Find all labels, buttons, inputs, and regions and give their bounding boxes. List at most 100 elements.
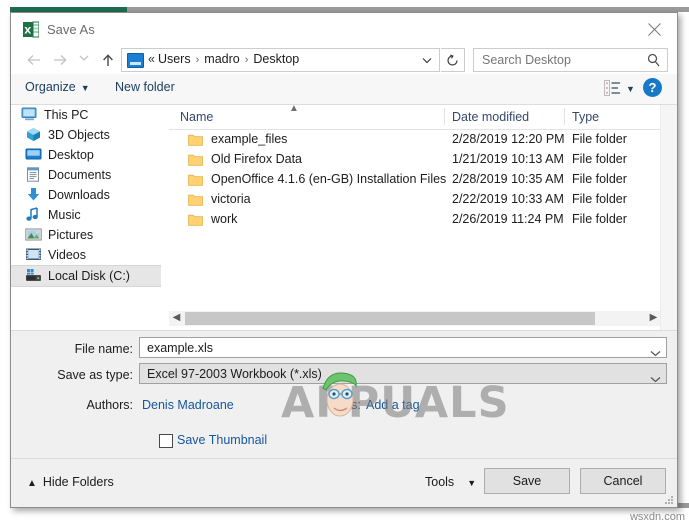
address-dropdown-button[interactable] bbox=[416, 49, 438, 71]
date-modified-cell: 2/22/2019 10:33 AM bbox=[452, 192, 564, 206]
chevron-down-icon bbox=[422, 58, 432, 64]
desktop-icon bbox=[25, 147, 43, 163]
file-list-row[interactable]: example_files 2/28/2019 12:20 PM File fold… bbox=[169, 130, 661, 150]
sidebar-item-local-disk-c[interactable]: Local Disk (C:) bbox=[11, 265, 161, 287]
file-list-vertical-scrollbar[interactable] bbox=[660, 105, 677, 330]
file-name-label: File name: bbox=[74, 342, 133, 356]
dialog-footer: ▲ Hide Folders Tools ▼ Save Cancel bbox=[11, 458, 677, 507]
hide-folders-label: Hide Folders bbox=[42, 475, 114, 489]
save-as-type-select[interactable]: Excel 97-2003 Workbook (*.xls) bbox=[139, 363, 667, 384]
recent-locations-button[interactable] bbox=[73, 49, 95, 71]
column-header-date-modified[interactable]: Date modified bbox=[452, 110, 529, 124]
sidebar-item-this-pc[interactable]: This PC bbox=[11, 105, 161, 125]
add-a-tag-link[interactable]: Add a tag bbox=[366, 398, 420, 412]
file-list-row[interactable]: OpenOffice 4.1.6 (en-GB) Installation Fi… bbox=[169, 170, 661, 190]
navigation-pane: This PC 3D Objects Desktop Documents Downloa… bbox=[11, 105, 161, 330]
date-modified-cell: 2/28/2019 12:20 PM bbox=[452, 132, 565, 146]
save-as-dialog: X Save As « Users › madro › Desktop Sear… bbox=[10, 12, 678, 508]
chevron-down-icon bbox=[79, 55, 89, 61]
back-button[interactable] bbox=[23, 49, 45, 71]
chevron-down-icon[interactable] bbox=[650, 370, 661, 388]
sidebar-item-desktop[interactable]: Desktop bbox=[11, 145, 161, 165]
breadcrumb-separator: › bbox=[195, 54, 200, 66]
scroll-right-arrow-icon[interactable]: ▶ bbox=[646, 311, 661, 326]
file-list-horizontal-scrollbar[interactable]: ◀ ▶ bbox=[169, 311, 661, 326]
organize-button[interactable]: Organize ▼ bbox=[25, 80, 90, 94]
sidebar-item-label: Videos bbox=[48, 248, 86, 262]
chevron-down-icon: ▼ bbox=[80, 83, 90, 93]
scroll-left-arrow-icon[interactable]: ◀ bbox=[169, 311, 184, 326]
chevron-up-icon: ▲ bbox=[27, 478, 37, 489]
new-folder-button[interactable]: New folder bbox=[115, 80, 175, 94]
sidebar-item-videos[interactable]: Videos bbox=[11, 245, 161, 265]
save-thumbnail-label[interactable]: Save Thumbnail bbox=[177, 433, 267, 447]
cancel-button[interactable]: Cancel bbox=[580, 468, 666, 494]
save-button[interactable]: Save bbox=[484, 468, 570, 494]
view-layout-icon bbox=[604, 80, 620, 96]
sidebar-item-documents[interactable]: Documents bbox=[11, 165, 161, 185]
help-button[interactable]: ? bbox=[643, 78, 662, 97]
resize-grip[interactable] bbox=[665, 496, 673, 504]
back-arrow-icon bbox=[27, 55, 40, 65]
type-cell: File folder bbox=[572, 132, 627, 146]
sidebar-item-music[interactable]: Music bbox=[11, 205, 161, 225]
chevron-down-icon: ▼ bbox=[626, 84, 635, 94]
folder-icon bbox=[188, 173, 203, 186]
sidebar-item-downloads[interactable]: Downloads bbox=[11, 185, 161, 205]
search-input[interactable]: Search Desktop bbox=[473, 48, 668, 72]
sidebar-item-3d-objects[interactable]: 3D Objects bbox=[11, 125, 161, 145]
svg-text:X: X bbox=[24, 27, 31, 37]
file-list-pane: ▲ Name Date modified Type example_files 2… bbox=[169, 103, 661, 330]
file-name-cell: example_files bbox=[211, 132, 288, 146]
file-list-row[interactable]: Old Firefox Data 1/21/2019 10:13 AM File f… bbox=[169, 150, 661, 170]
folder-icon bbox=[188, 193, 203, 206]
sidebar-item-label: Documents bbox=[48, 168, 112, 182]
sort-ascending-icon: ▲ bbox=[289, 103, 299, 114]
change-view-button[interactable]: ▼ bbox=[604, 80, 635, 101]
music-icon bbox=[25, 207, 43, 223]
type-cell: File folder bbox=[572, 172, 627, 186]
sidebar-item-label: Desktop bbox=[48, 148, 94, 162]
column-header-name[interactable]: Name bbox=[180, 110, 213, 124]
checkbox-box[interactable] bbox=[159, 434, 173, 448]
refresh-button[interactable] bbox=[441, 48, 465, 72]
breadcrumb-desktop[interactable]: Desktop bbox=[253, 52, 299, 66]
folder-icon bbox=[188, 133, 203, 146]
date-modified-cell: 1/21/2019 10:13 AM bbox=[452, 152, 564, 166]
file-list-row[interactable]: work 2/26/2019 11:24 PM File folder bbox=[169, 210, 661, 230]
type-cell: File folder bbox=[572, 212, 627, 226]
documents-icon bbox=[25, 167, 43, 183]
close-icon bbox=[648, 23, 661, 36]
save-options-area: File name: example.xls Save as type: Exc… bbox=[11, 331, 677, 451]
breadcrumb-separator: › bbox=[244, 54, 249, 66]
sidebar-item-label: Pictures bbox=[48, 228, 94, 242]
type-cell: File folder bbox=[572, 152, 627, 166]
sidebar-item-label: Local Disk (C:) bbox=[48, 269, 130, 283]
pictures-icon bbox=[25, 227, 43, 243]
forward-button[interactable] bbox=[49, 49, 71, 71]
chevron-down-icon[interactable] bbox=[650, 344, 661, 362]
file-name-cell: work bbox=[211, 212, 238, 226]
this-pc-icon bbox=[21, 107, 39, 123]
desktop-icon bbox=[127, 53, 144, 68]
refresh-icon bbox=[447, 54, 458, 66]
hide-folders-button[interactable]: ▲ Hide Folders bbox=[27, 475, 114, 489]
videos-icon bbox=[25, 247, 43, 263]
breadcrumb-madro[interactable]: madro bbox=[204, 52, 239, 66]
new-folder-label: New folder bbox=[115, 80, 175, 94]
command-toolbar: Organize ▼ New folder ▼ ? bbox=[11, 74, 677, 105]
file-list-row[interactable]: victoria 2/22/2019 10:33 AM File folder bbox=[169, 190, 661, 210]
sidebar-item-pictures[interactable]: Pictures bbox=[11, 225, 161, 245]
address-bar[interactable]: «Users › madro › Desktop bbox=[121, 48, 440, 72]
pane-splitter[interactable] bbox=[161, 105, 169, 330]
breadcrumb-users[interactable]: Users bbox=[158, 52, 191, 66]
scrollbar-thumb[interactable] bbox=[185, 312, 595, 325]
breadcrumb-overflow[interactable]: « bbox=[148, 52, 155, 66]
file-name-input[interactable]: example.xls bbox=[139, 337, 667, 358]
up-one-level-button[interactable] bbox=[97, 49, 119, 71]
close-button[interactable] bbox=[633, 13, 677, 44]
tools-button[interactable]: Tools ▼ bbox=[425, 475, 476, 489]
file-name-value: example.xls bbox=[147, 341, 213, 355]
column-header-type[interactable]: Type bbox=[572, 110, 599, 124]
authors-value[interactable]: Denis Madroane bbox=[142, 398, 234, 412]
